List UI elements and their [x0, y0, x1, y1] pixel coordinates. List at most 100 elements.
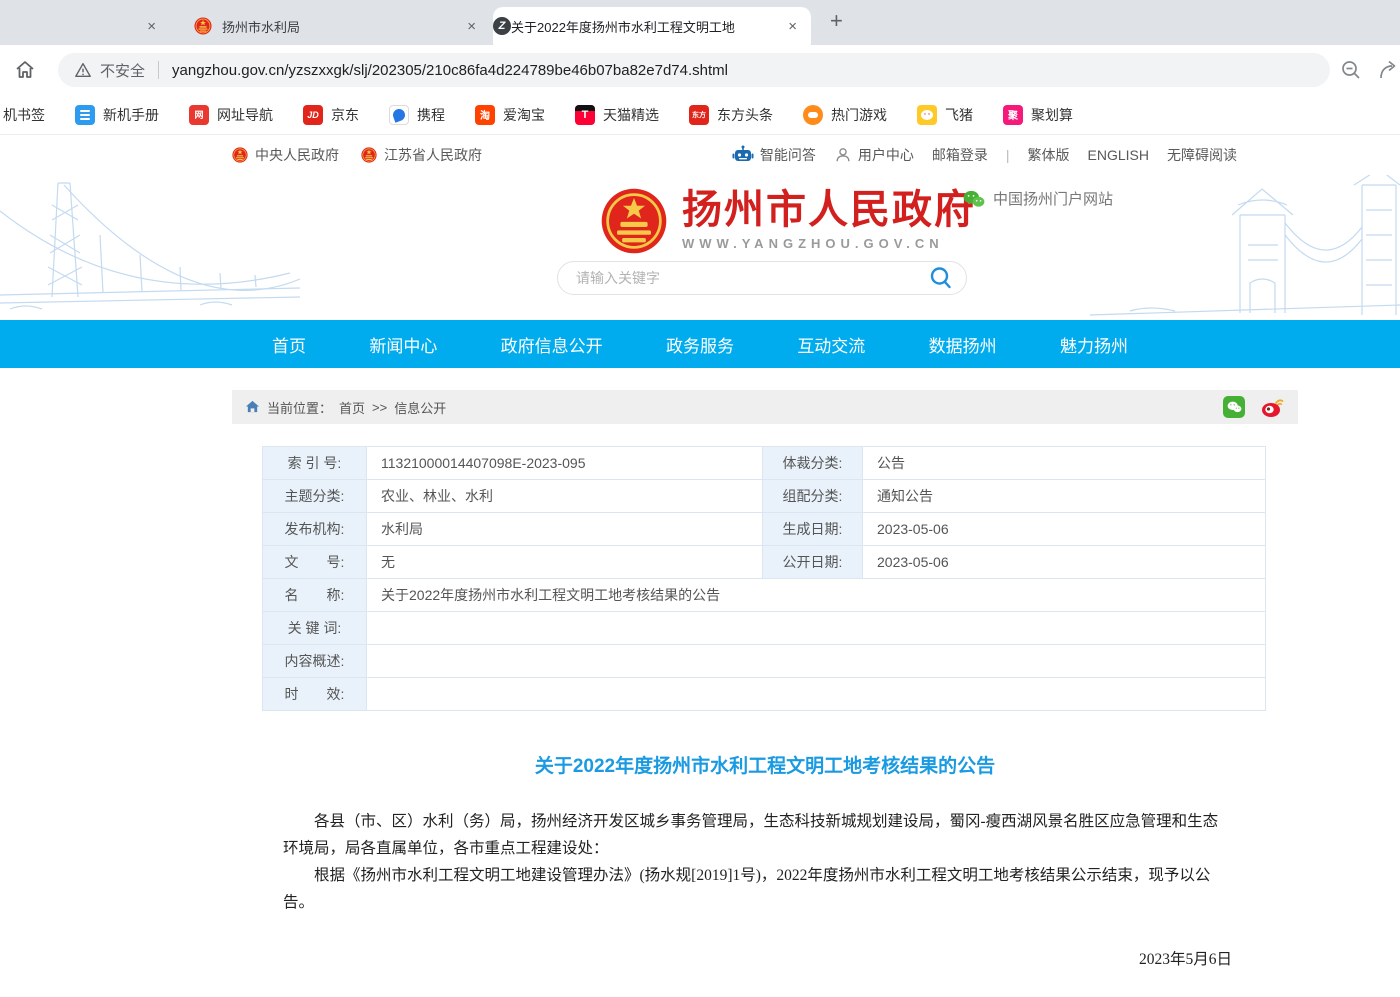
- meta-value: 2023-05-06: [863, 546, 1266, 579]
- meta-value: [367, 645, 1266, 678]
- site-name: 扬州市人民政府: [682, 187, 976, 233]
- bookmark-jingdong[interactable]: JD 京东: [303, 105, 359, 125]
- gov-emblem-icon: [232, 147, 248, 163]
- site-favicon: Z: [493, 17, 511, 35]
- site-utility-bar: 中央人民政府 江苏省人民政府 智能问答 用: [0, 135, 1400, 175]
- breadcrumb-home-link[interactable]: 首页: [339, 398, 365, 417]
- meta-value: [367, 678, 1266, 711]
- breadcrumb-home-icon[interactable]: [245, 400, 260, 414]
- meta-label: 内容概述:: [263, 645, 367, 678]
- bookmark-feizhu[interactable]: 飞猪: [917, 105, 973, 125]
- site-domain: WWW.YANGZHOU.GOV.CN: [682, 236, 976, 251]
- taobao-icon: 淘: [475, 105, 495, 125]
- nav-site-icon: 网: [189, 105, 209, 125]
- meta-value: 11321000014407098E-2023-095: [367, 447, 763, 480]
- bookmark-xiecheng[interactable]: 携程: [389, 105, 445, 125]
- meta-value: 关于2022年度扬州市水利工程文明工地考核结果的公告: [367, 579, 1266, 612]
- link-traditional[interactable]: 繁体版: [1028, 145, 1070, 165]
- nav-services[interactable]: 政务服务: [666, 332, 734, 357]
- link-user-center[interactable]: 用户中心: [834, 145, 914, 165]
- meta-label: 名 称:: [263, 579, 367, 612]
- portal-link[interactable]: 中国扬州门户网站: [963, 188, 1113, 209]
- meta-value: 通知公告: [863, 480, 1266, 513]
- table-row: 名 称: 关于2022年度扬州市水利工程文明工地考核结果的公告: [263, 579, 1266, 612]
- meta-value: 农业、林业、水利: [367, 480, 763, 513]
- nav-data[interactable]: 数据扬州: [929, 332, 997, 357]
- jd-icon: JD: [303, 105, 323, 125]
- meta-label: 组配分类:: [763, 480, 863, 513]
- share-weibo-icon[interactable]: [1261, 396, 1285, 418]
- tab-close-icon[interactable]: ×: [788, 18, 797, 35]
- nav-news[interactable]: 新闻中心: [369, 332, 437, 357]
- article-date: 2023年5月6日: [283, 946, 1232, 973]
- new-tab-button[interactable]: +: [830, 8, 843, 34]
- bookmark-juhuasuan[interactable]: 聚 聚划算: [1003, 105, 1073, 125]
- tmall-icon: T: [575, 105, 595, 125]
- link-central-gov[interactable]: 中央人民政府: [232, 145, 339, 165]
- nav-home[interactable]: 首页: [272, 332, 306, 357]
- browser-tab-strip: × 扬州市水利局 × Z 关于2022年度扬州市水利工程文明工地 × +: [0, 0, 1400, 45]
- fliggy-pig-icon: [917, 105, 937, 125]
- wechat-icon: [963, 190, 985, 208]
- meta-label: 主题分类:: [263, 480, 367, 513]
- home-icon[interactable]: [13, 58, 37, 82]
- bookmarks-bar: 机书签 新机手册 网 网址导航 JD 京东 携程 淘 爱淘宝 T 天猫精选 东方…: [0, 95, 1400, 135]
- nav-interaction[interactable]: 互动交流: [797, 332, 865, 357]
- gov-emblem-icon: [361, 147, 377, 163]
- header-art-right: [1090, 175, 1400, 320]
- meta-value: 无: [367, 546, 763, 579]
- table-row: 内容概述:: [263, 645, 1266, 678]
- bookmark-aitaobao[interactable]: 淘 爱淘宝: [475, 105, 545, 125]
- tab-close-icon[interactable]: ×: [467, 18, 476, 35]
- tab-partial[interactable]: ×: [0, 7, 170, 45]
- tab-active-article[interactable]: Z 关于2022年度扬州市水利工程文明工地 ×: [493, 7, 811, 45]
- bookmark-dongfangtoutiao[interactable]: 东方 东方头条: [689, 105, 773, 125]
- bookmark-tmall[interactable]: T 天猫精选: [575, 105, 659, 125]
- site-header: 扬州市人民政府 WWW.YANGZHOU.GOV.CN 中国扬州门户网站: [0, 175, 1400, 320]
- address-divider: [158, 61, 159, 79]
- national-emblem-icon: [600, 187, 668, 255]
- browser-toolbar: 不安全 yangzhou.gov.cn/yzszxxgk/slj/202305/…: [0, 45, 1400, 95]
- article-title: 关于2022年度扬州市水利工程文明工地考核结果的公告: [232, 751, 1298, 778]
- bookmark-wangzhidaohang[interactable]: 网 网址导航: [189, 105, 273, 125]
- link-jiangsu-gov[interactable]: 江苏省人民政府: [361, 145, 482, 165]
- juhuasuan-icon: 聚: [1003, 105, 1023, 125]
- header-art-left: [0, 175, 300, 320]
- main-nav: 首页 新闻中心 政府信息公开 政务服务 互动交流 数据扬州 魅力扬州: [0, 320, 1400, 368]
- meta-label: 公开日期:: [763, 546, 863, 579]
- eastday-icon: 东方: [689, 105, 709, 125]
- bookmark-remenyouxi[interactable]: 热门游戏: [803, 105, 887, 125]
- article-paragraph: 各县（市、区）水利（务）局，扬州经济开发区城乡事务管理局，生态科技新城规划建设局…: [283, 808, 1232, 862]
- search-icon[interactable]: [928, 265, 954, 291]
- user-icon: [834, 146, 852, 164]
- ctrip-dolphin-icon: [389, 105, 409, 125]
- bookmark-xinjishouce[interactable]: 新机手册: [75, 105, 159, 125]
- meta-label: 时 效:: [263, 678, 367, 711]
- link-accessibility[interactable]: 无障碍阅读: [1167, 145, 1237, 165]
- tab-close-icon[interactable]: ×: [147, 18, 156, 35]
- link-smart-qa[interactable]: 智能问答: [732, 145, 816, 165]
- table-row: 主题分类: 农业、林业、水利 组配分类: 通知公告: [263, 480, 1266, 513]
- breadcrumb-current[interactable]: 信息公开: [394, 398, 446, 417]
- breadcrumb-separator: >>: [372, 400, 387, 415]
- meta-value: 水利局: [367, 513, 763, 546]
- nav-charm[interactable]: 魅力扬州: [1060, 332, 1128, 357]
- search-input[interactable]: [576, 270, 928, 286]
- url-text[interactable]: yangzhou.gov.cn/yzszxxgk/slj/202305/210c…: [172, 62, 728, 79]
- meta-label: 发布机构:: [263, 513, 367, 546]
- tab-shuiliju[interactable]: 扬州市水利局 ×: [172, 7, 490, 45]
- zoom-out-icon[interactable]: [1340, 59, 1362, 81]
- link-english[interactable]: ENGLISH: [1088, 147, 1149, 163]
- share-arrow-icon[interactable]: [1378, 59, 1400, 81]
- address-bar[interactable]: 不安全 yangzhou.gov.cn/yzszxxgk/slj/202305/…: [58, 53, 1330, 87]
- security-label[interactable]: 不安全: [100, 60, 145, 81]
- share-wechat-icon[interactable]: [1223, 396, 1245, 418]
- nav-info-disclosure[interactable]: 政府信息公开: [501, 332, 603, 357]
- link-mail-login[interactable]: 邮箱登录: [932, 145, 988, 165]
- meta-label: 生成日期:: [763, 513, 863, 546]
- gov-emblem-favicon: [194, 17, 212, 35]
- meta-label: 关 键 词:: [263, 612, 367, 645]
- table-row: 文 号: 无 公开日期: 2023-05-06: [263, 546, 1266, 579]
- bookmark-shoujishuqian[interactable]: 机书签: [3, 105, 45, 125]
- site-logo[interactable]: 扬州市人民政府 WWW.YANGZHOU.GOV.CN: [600, 187, 976, 255]
